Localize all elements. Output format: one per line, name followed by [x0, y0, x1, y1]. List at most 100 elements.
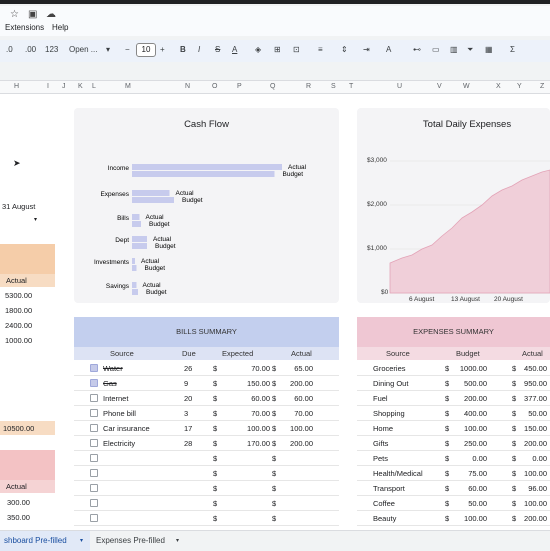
bill-source[interactable]: Car insurance — [103, 421, 150, 436]
col-q[interactable]: Q — [270, 83, 275, 90]
paid-checkbox[interactable] — [90, 469, 98, 477]
paid-checkbox[interactable] — [90, 439, 98, 447]
bill-expected[interactable]: 170.00 — [232, 436, 270, 451]
table-row[interactable]: Health/Medical $75.00 $100.00 — [357, 466, 550, 481]
filter-views-icon[interactable]: ▦ — [485, 45, 493, 54]
expense-actual[interactable]: 0.00 — [517, 451, 547, 466]
expense-budget[interactable]: 1000.00 — [457, 361, 487, 376]
merge-cells-icon[interactable]: ⊡ — [293, 45, 300, 54]
col-z[interactable]: Z — [540, 83, 544, 90]
menu-help[interactable]: Help — [52, 23, 68, 32]
col-i[interactable]: I — [47, 83, 49, 90]
left-value[interactable]: 350.00 — [7, 513, 30, 522]
bold-icon[interactable]: B — [180, 45, 186, 54]
col-l[interactable]: L — [92, 83, 96, 90]
bill-actual[interactable]: 200.00 — [289, 436, 313, 451]
expense-budget[interactable]: 400.00 — [457, 406, 487, 421]
col-x[interactable]: X — [496, 83, 501, 90]
bill-expected[interactable]: 70.00 — [232, 361, 270, 376]
table-row[interactable]: Transport $60.00 $96.00 — [357, 481, 550, 496]
expense-source[interactable]: Gifts — [373, 436, 388, 451]
col-h[interactable]: H — [14, 83, 19, 90]
expense-source[interactable]: Coffee — [373, 496, 395, 511]
text-color-icon[interactable]: A — [232, 45, 237, 54]
expense-actual[interactable]: 100.00 — [517, 466, 547, 481]
expense-budget[interactable]: 100.00 — [457, 421, 487, 436]
italic-icon[interactable]: I — [198, 45, 200, 54]
cash-flow-chart[interactable]: Cash Flow Income Actual Budget Expenses Actu… — [74, 108, 339, 303]
left-value[interactable]: 300.00 — [7, 498, 30, 507]
col-o[interactable]: O — [212, 83, 217, 90]
borders-icon[interactable]: ⊞ — [274, 45, 281, 54]
expense-actual[interactable]: 377.00 — [517, 391, 547, 406]
expense-budget[interactable]: 100.00 — [457, 511, 487, 526]
col-t[interactable]: T — [349, 83, 353, 90]
tab-dashboard[interactable]: shboard Pre-filled ▾ — [0, 531, 90, 551]
paid-checkbox[interactable] — [90, 394, 98, 402]
table-row[interactable]: $ $ — [74, 511, 339, 526]
table-row[interactable]: Shopping $400.00 $50.00 — [357, 406, 550, 421]
bill-due[interactable]: 9 — [184, 376, 188, 391]
text-rotate-icon[interactable]: A — [386, 45, 391, 54]
bill-source[interactable]: Internet — [103, 391, 128, 406]
expense-actual[interactable]: 450.00 — [517, 361, 547, 376]
strikethrough-icon[interactable]: S — [215, 45, 220, 54]
table-row[interactable]: Pets $0.00 $0.00 — [357, 451, 550, 466]
bill-source[interactable]: Water — [103, 361, 123, 376]
bill-expected[interactable]: 150.00 — [232, 376, 270, 391]
comment-icon[interactable]: ▭ — [432, 45, 440, 54]
bill-source[interactable]: Electricity — [103, 436, 135, 451]
fill-color-icon[interactable]: ◈ — [255, 45, 261, 54]
expense-actual[interactable]: 100.00 — [517, 496, 547, 511]
functions-icon[interactable]: Σ — [510, 45, 515, 54]
bill-expected[interactable]: 70.00 — [232, 406, 270, 421]
format-button[interactable]: 123 — [45, 45, 58, 54]
table-row[interactable]: Car insurance 17 $100.00 $100.00 — [74, 421, 339, 436]
folder-icon[interactable]: ▣ — [28, 9, 37, 20]
filter-icon[interactable]: ⏷ — [467, 45, 473, 55]
bill-due[interactable]: 17 — [184, 421, 192, 436]
table-row[interactable]: Phone bill 3 $70.00 $70.00 — [74, 406, 339, 421]
table-row[interactable]: Beauty $100.00 $200.00 — [357, 511, 550, 526]
col-w[interactable]: W — [463, 83, 470, 90]
expense-source[interactable]: Pets — [373, 451, 388, 466]
expense-actual[interactable]: 200.00 — [517, 436, 547, 451]
expense-actual[interactable]: 150.00 — [517, 421, 547, 436]
date-field[interactable]: 31 August — [2, 202, 35, 211]
left-value[interactable]: 2400.00 — [5, 321, 32, 330]
table-row[interactable]: $ $ — [74, 451, 339, 466]
left-value[interactable]: 1000.00 — [5, 336, 32, 345]
table-row[interactable]: Coffee $50.00 $100.00 — [357, 496, 550, 511]
expense-budget[interactable]: 500.00 — [457, 376, 487, 391]
bill-due[interactable]: 28 — [184, 436, 192, 451]
table-row[interactable]: $ $ — [74, 481, 339, 496]
decrease-decimal-button[interactable]: .0 — [6, 45, 13, 54]
expense-actual[interactable]: 200.00 — [517, 511, 547, 526]
expense-source[interactable]: Transport — [373, 481, 405, 496]
left-value[interactable]: 1800.00 — [5, 306, 32, 315]
col-k[interactable]: K — [78, 83, 83, 90]
table-row[interactable]: Gas 9 $150.00 $200.00 — [74, 376, 339, 391]
bill-due[interactable]: 3 — [184, 406, 188, 421]
chevron-down-icon[interactable]: ▾ — [80, 531, 83, 551]
table-row[interactable]: $ $ — [74, 466, 339, 481]
increase-decimal-button[interactable]: .00 — [25, 45, 36, 54]
expense-actual[interactable]: 950.00 — [517, 376, 547, 391]
minus-icon[interactable]: − — [125, 45, 130, 54]
link-icon[interactable]: ⊷ — [413, 45, 421, 54]
expense-source[interactable]: Groceries — [373, 361, 406, 376]
font-size-input[interactable]: 10 — [136, 43, 156, 57]
bill-source[interactable]: Phone bill — [103, 406, 136, 421]
plus-icon[interactable]: + — [160, 45, 165, 54]
chart-icon[interactable]: ▥ — [450, 45, 458, 54]
table-row[interactable]: Water 26 $70.00 $65.00 — [74, 361, 339, 376]
paid-checkbox[interactable] — [90, 409, 98, 417]
chevron-down-icon[interactable]: ▾ — [106, 45, 110, 54]
table-row[interactable]: $ $ — [74, 496, 339, 511]
paid-checkbox[interactable] — [90, 499, 98, 507]
paid-checkbox[interactable] — [90, 424, 98, 432]
star-icon[interactable]: ☆ — [10, 9, 19, 20]
bill-expected[interactable]: 60.00 — [232, 391, 270, 406]
chevron-down-icon[interactable]: ▾ — [176, 531, 179, 551]
col-n[interactable]: N — [185, 83, 190, 90]
